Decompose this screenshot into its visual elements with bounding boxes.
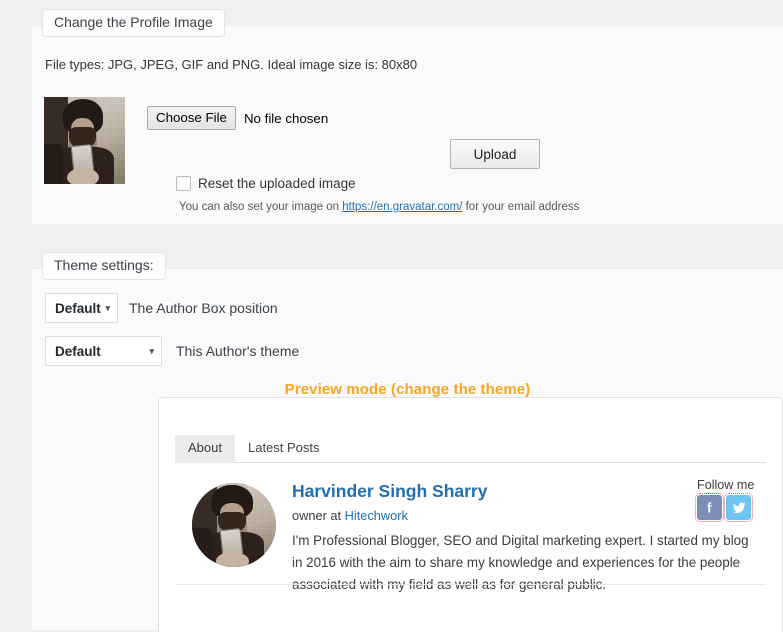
theme-settings-legend: Theme settings:	[42, 252, 166, 281]
author-theme-value: Default	[55, 343, 101, 359]
author-theme-select[interactable]: Default ▾	[45, 336, 162, 366]
author-bio: I'm Professional Blogger, SEO and Digita…	[292, 533, 749, 592]
twitter-icon[interactable]	[724, 493, 753, 522]
author-box-position-description: The Author Box position	[129, 300, 278, 316]
reset-uploaded-image-checkbox[interactable]	[176, 176, 191, 191]
author-theme-description: This Author's theme	[176, 343, 300, 359]
author-theme-row: Default ▾ This Author's theme	[45, 336, 299, 366]
author-role-prefix: owner at	[292, 508, 345, 523]
chevron-down-icon: ▾	[105, 302, 110, 313]
follow-me-label: Follow me	[697, 478, 755, 492]
author-photo-graphic	[192, 483, 276, 567]
preview-tabs: About Latest Posts	[175, 435, 766, 463]
author-role: owner at Hitechwork	[292, 508, 408, 523]
chevron-down-icon: ▾	[149, 345, 154, 356]
gravatar-link[interactable]: https://en.gravatar.com/	[342, 201, 462, 213]
author-company-link[interactable]: Hitechwork	[345, 508, 408, 523]
file-types-note: File types: JPG, JPEG, GIF and PNG. Idea…	[45, 57, 418, 72]
profile-image-file-input[interactable]: Choose File No file chosen	[147, 106, 329, 131]
gravatar-note-prefix: You can also set your image on	[179, 201, 343, 213]
theme-settings-panel: Theme settings: Default ▾ The Author Box…	[32, 252, 783, 632]
file-upload-row: Choose File No file chosen	[147, 106, 329, 131]
preview-divider	[175, 584, 766, 585]
preview-mode-title[interactable]: Preview mode (change the theme)	[32, 381, 783, 398]
choose-file-button[interactable]: Choose File	[147, 106, 236, 131]
author-box-position-value: Default	[55, 300, 101, 316]
no-file-chosen-label: No file chosen	[243, 110, 329, 126]
reset-uploaded-image-row[interactable]: Reset the uploaded image	[176, 176, 356, 191]
facebook-icon[interactable]	[695, 493, 724, 522]
change-profile-image-legend: Change the Profile Image	[42, 9, 225, 38]
gravatar-note-suffix: for your email address	[462, 201, 580, 213]
upload-button[interactable]: Upload	[450, 139, 540, 169]
social-links	[695, 493, 755, 522]
tab-latest-posts[interactable]: Latest Posts	[235, 435, 333, 463]
tab-about[interactable]: About	[175, 435, 235, 463]
author-box-position-select[interactable]: Default ▾	[45, 293, 118, 323]
author-name[interactable]: Harvinder Singh Sharry	[292, 481, 487, 502]
author-box-preview: About Latest Posts Harvinder Singh Sharry…	[158, 397, 783, 632]
current-profile-image	[44, 97, 125, 184]
follow-me-block: Follow me	[695, 478, 755, 522]
gravatar-note: You can also set your image on https://e…	[179, 201, 579, 213]
author-avatar	[192, 483, 276, 567]
change-profile-image-panel: Change the Profile Image File types: JPG…	[32, 9, 783, 224]
profile-photo-graphic	[44, 97, 125, 184]
author-box-position-row: Default ▾ The Author Box position	[45, 293, 278, 323]
reset-uploaded-image-label: Reset the uploaded image	[198, 176, 356, 191]
